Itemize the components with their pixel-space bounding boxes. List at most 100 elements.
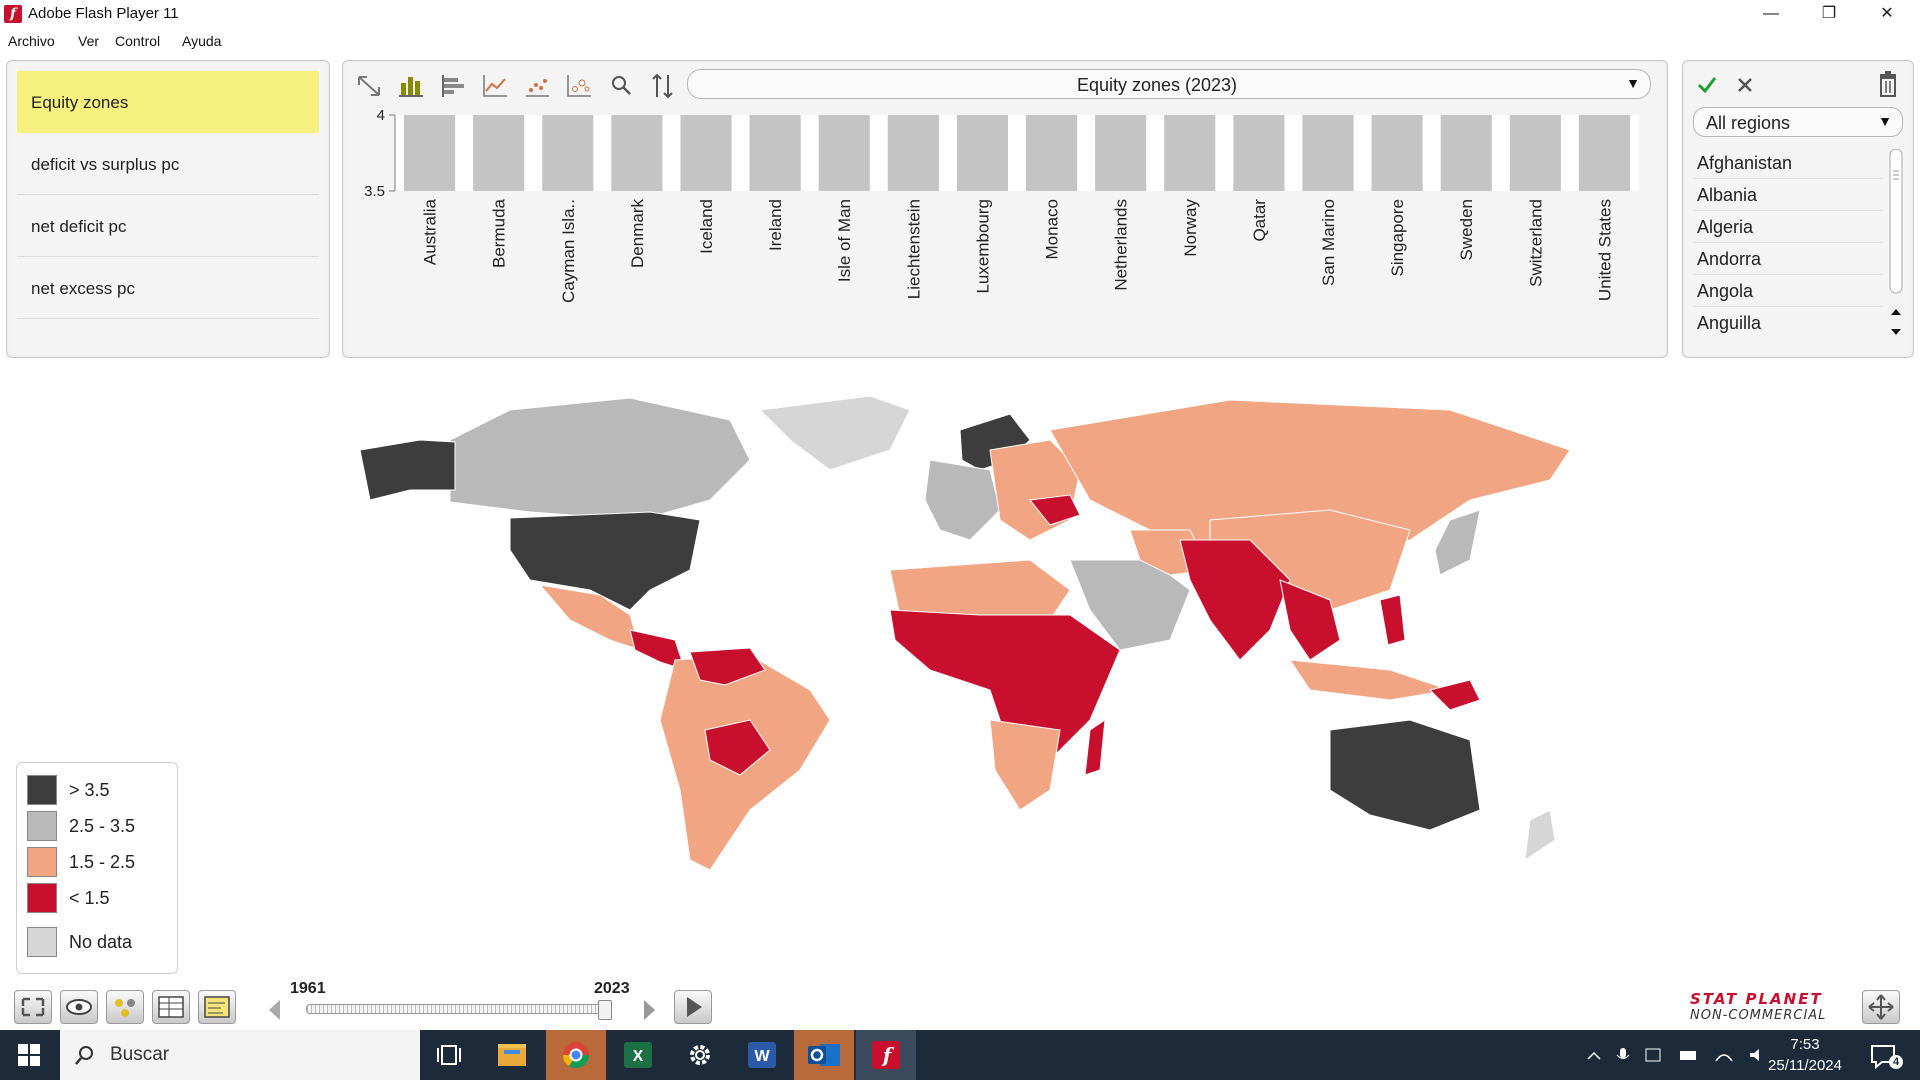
color-button[interactable] (106, 990, 144, 1024)
menu-control[interactable]: Control (115, 33, 160, 49)
clear-icon[interactable] (1735, 75, 1755, 95)
chart-bar[interactable] (1025, 115, 1078, 191)
country-item[interactable]: Andorra (1693, 243, 1883, 275)
chart-bar[interactable] (887, 115, 939, 191)
world-map[interactable] (330, 390, 1630, 890)
map-region-western-europe (924, 459, 1001, 541)
zoom-icon[interactable] (605, 71, 637, 101)
bar-chart-icon[interactable] (395, 71, 427, 101)
map-region-madagascar (1084, 718, 1106, 776)
search-icon (75, 1046, 93, 1065)
timeline-prev-icon[interactable] (266, 998, 284, 1022)
region-dropdown[interactable]: All regions ▼ (1693, 107, 1903, 137)
country-list-scrollbar[interactable] (1889, 149, 1903, 343)
country-item[interactable]: Angola (1693, 275, 1883, 307)
table-button[interactable] (152, 990, 190, 1024)
close-window-button[interactable]: ✕ (1858, 0, 1916, 30)
view-button[interactable] (60, 990, 98, 1024)
restore-button[interactable]: ❐ (1800, 0, 1858, 30)
chart-bar[interactable] (1095, 115, 1147, 191)
outlook-app[interactable] (794, 1030, 854, 1080)
outlook-icon (808, 1044, 840, 1066)
file-explorer-icon[interactable] (482, 1030, 542, 1080)
check-icon[interactable] (1695, 73, 1719, 97)
clock-date[interactable]: 25/11/2024 (1760, 1057, 1850, 1074)
scatter-icon[interactable] (521, 71, 553, 101)
fit-icon[interactable] (353, 71, 385, 101)
map-region-new-zealand (1524, 809, 1556, 862)
clock-time[interactable]: 7:53 (1770, 1036, 1840, 1053)
chart-bar[interactable] (1440, 115, 1492, 191)
taskbar-search[interactable]: Buscar (60, 1030, 420, 1080)
map-region-canada (449, 397, 751, 521)
chart-bar[interactable] (1164, 115, 1216, 191)
chrome-app[interactable] (546, 1030, 606, 1080)
svg-text:W: W (754, 1048, 770, 1065)
play-button[interactable] (674, 990, 712, 1024)
chart-bar[interactable] (1302, 115, 1354, 191)
legend-label: 2.5 - 3.5 (69, 816, 136, 836)
trash-icon[interactable] (1877, 71, 1899, 97)
country-item[interactable]: Anguilla (1693, 307, 1883, 339)
expand-button[interactable] (1862, 990, 1900, 1024)
country-item[interactable]: Algeria (1693, 211, 1883, 243)
indicator-item-net-excess[interactable]: net excess pc (17, 257, 319, 319)
x-tick-label: Switzerland (1526, 199, 1545, 287)
excel-icon[interactable]: X (608, 1030, 668, 1080)
region-dropdown-label: All regions (1706, 113, 1791, 133)
chart-bar[interactable] (403, 115, 456, 191)
title-bar: f Adobe Flash Player 11 — ❐ ✕ (0, 0, 1920, 30)
chart-bar[interactable] (1371, 115, 1423, 191)
notes-button[interactable] (198, 990, 236, 1024)
chart-bar[interactable] (1233, 115, 1285, 191)
sort-icon[interactable] (647, 71, 679, 101)
task-view-icon[interactable] (420, 1030, 480, 1080)
indicator-dropdown[interactable]: Equity zones (2023) ▼ (687, 69, 1651, 99)
fullscreen-button[interactable] (14, 990, 52, 1024)
word-icon[interactable]: W (732, 1030, 792, 1080)
horizontal-bar-icon[interactable] (437, 71, 469, 101)
brand-edition: NON-COMMERCIAL (1690, 1008, 1827, 1023)
chart-bar[interactable] (818, 115, 870, 191)
chart-bar[interactable] (749, 115, 801, 191)
flash-player-app[interactable]: f (856, 1030, 916, 1080)
bubble-icon[interactable] (563, 71, 595, 101)
settings-icon[interactable] (670, 1030, 730, 1080)
x-tick-label: Cayman Isla.. (559, 199, 578, 303)
menu-ver[interactable]: Ver (78, 33, 99, 49)
timeline-end-year: 2023 (594, 980, 630, 997)
indicator-item-deficit-vs-surplus[interactable]: deficit vs surplus pc (17, 133, 319, 195)
indicator-item-net-deficit[interactable]: net deficit pc (17, 195, 319, 257)
legend-label: No data (69, 932, 133, 952)
system-tray-icons[interactable] (1586, 1045, 1782, 1065)
y-tick-label: 4 (377, 107, 385, 124)
timeline-slider[interactable] (306, 1004, 612, 1014)
indicator-item-equity-zones[interactable]: Equity zones (17, 71, 319, 133)
notes-icon (204, 996, 230, 1018)
statplanet-logo: STAT PLANET NON-COMMERCIAL (1688, 990, 1844, 1026)
palette-icon (115, 999, 135, 1017)
timeline-slider-thumb[interactable] (598, 1000, 612, 1020)
region-panel: All regions ▼ Afghanistan Albania Algeri… (1682, 60, 1914, 358)
timeline-next-icon[interactable] (640, 998, 658, 1022)
line-chart-icon[interactable] (479, 71, 511, 101)
chart-bar[interactable] (1509, 115, 1561, 191)
chrome-icon (562, 1042, 590, 1069)
menu-archivo[interactable]: Archivo (8, 33, 55, 49)
windows-start-icon[interactable] (18, 1044, 40, 1066)
legend-swatch (27, 811, 57, 841)
menu-ayuda[interactable]: Ayuda (182, 33, 221, 49)
map-region-indonesia (1288, 659, 1451, 701)
country-item[interactable]: Albania (1693, 179, 1883, 211)
chevron-down-icon: ▼ (1878, 113, 1892, 129)
chart-bar[interactable] (473, 115, 525, 191)
minimize-button[interactable]: — (1742, 0, 1800, 30)
flash-icon: f (872, 1041, 900, 1069)
chart-bar[interactable] (956, 115, 1009, 191)
chart-bar[interactable] (680, 115, 732, 191)
map-region-png (1429, 679, 1481, 711)
chart-bar[interactable] (611, 115, 663, 191)
chart-bar[interactable] (542, 115, 594, 191)
country-item[interactable]: Afghanistan (1693, 147, 1883, 179)
chart-bar[interactable] (1578, 115, 1631, 191)
